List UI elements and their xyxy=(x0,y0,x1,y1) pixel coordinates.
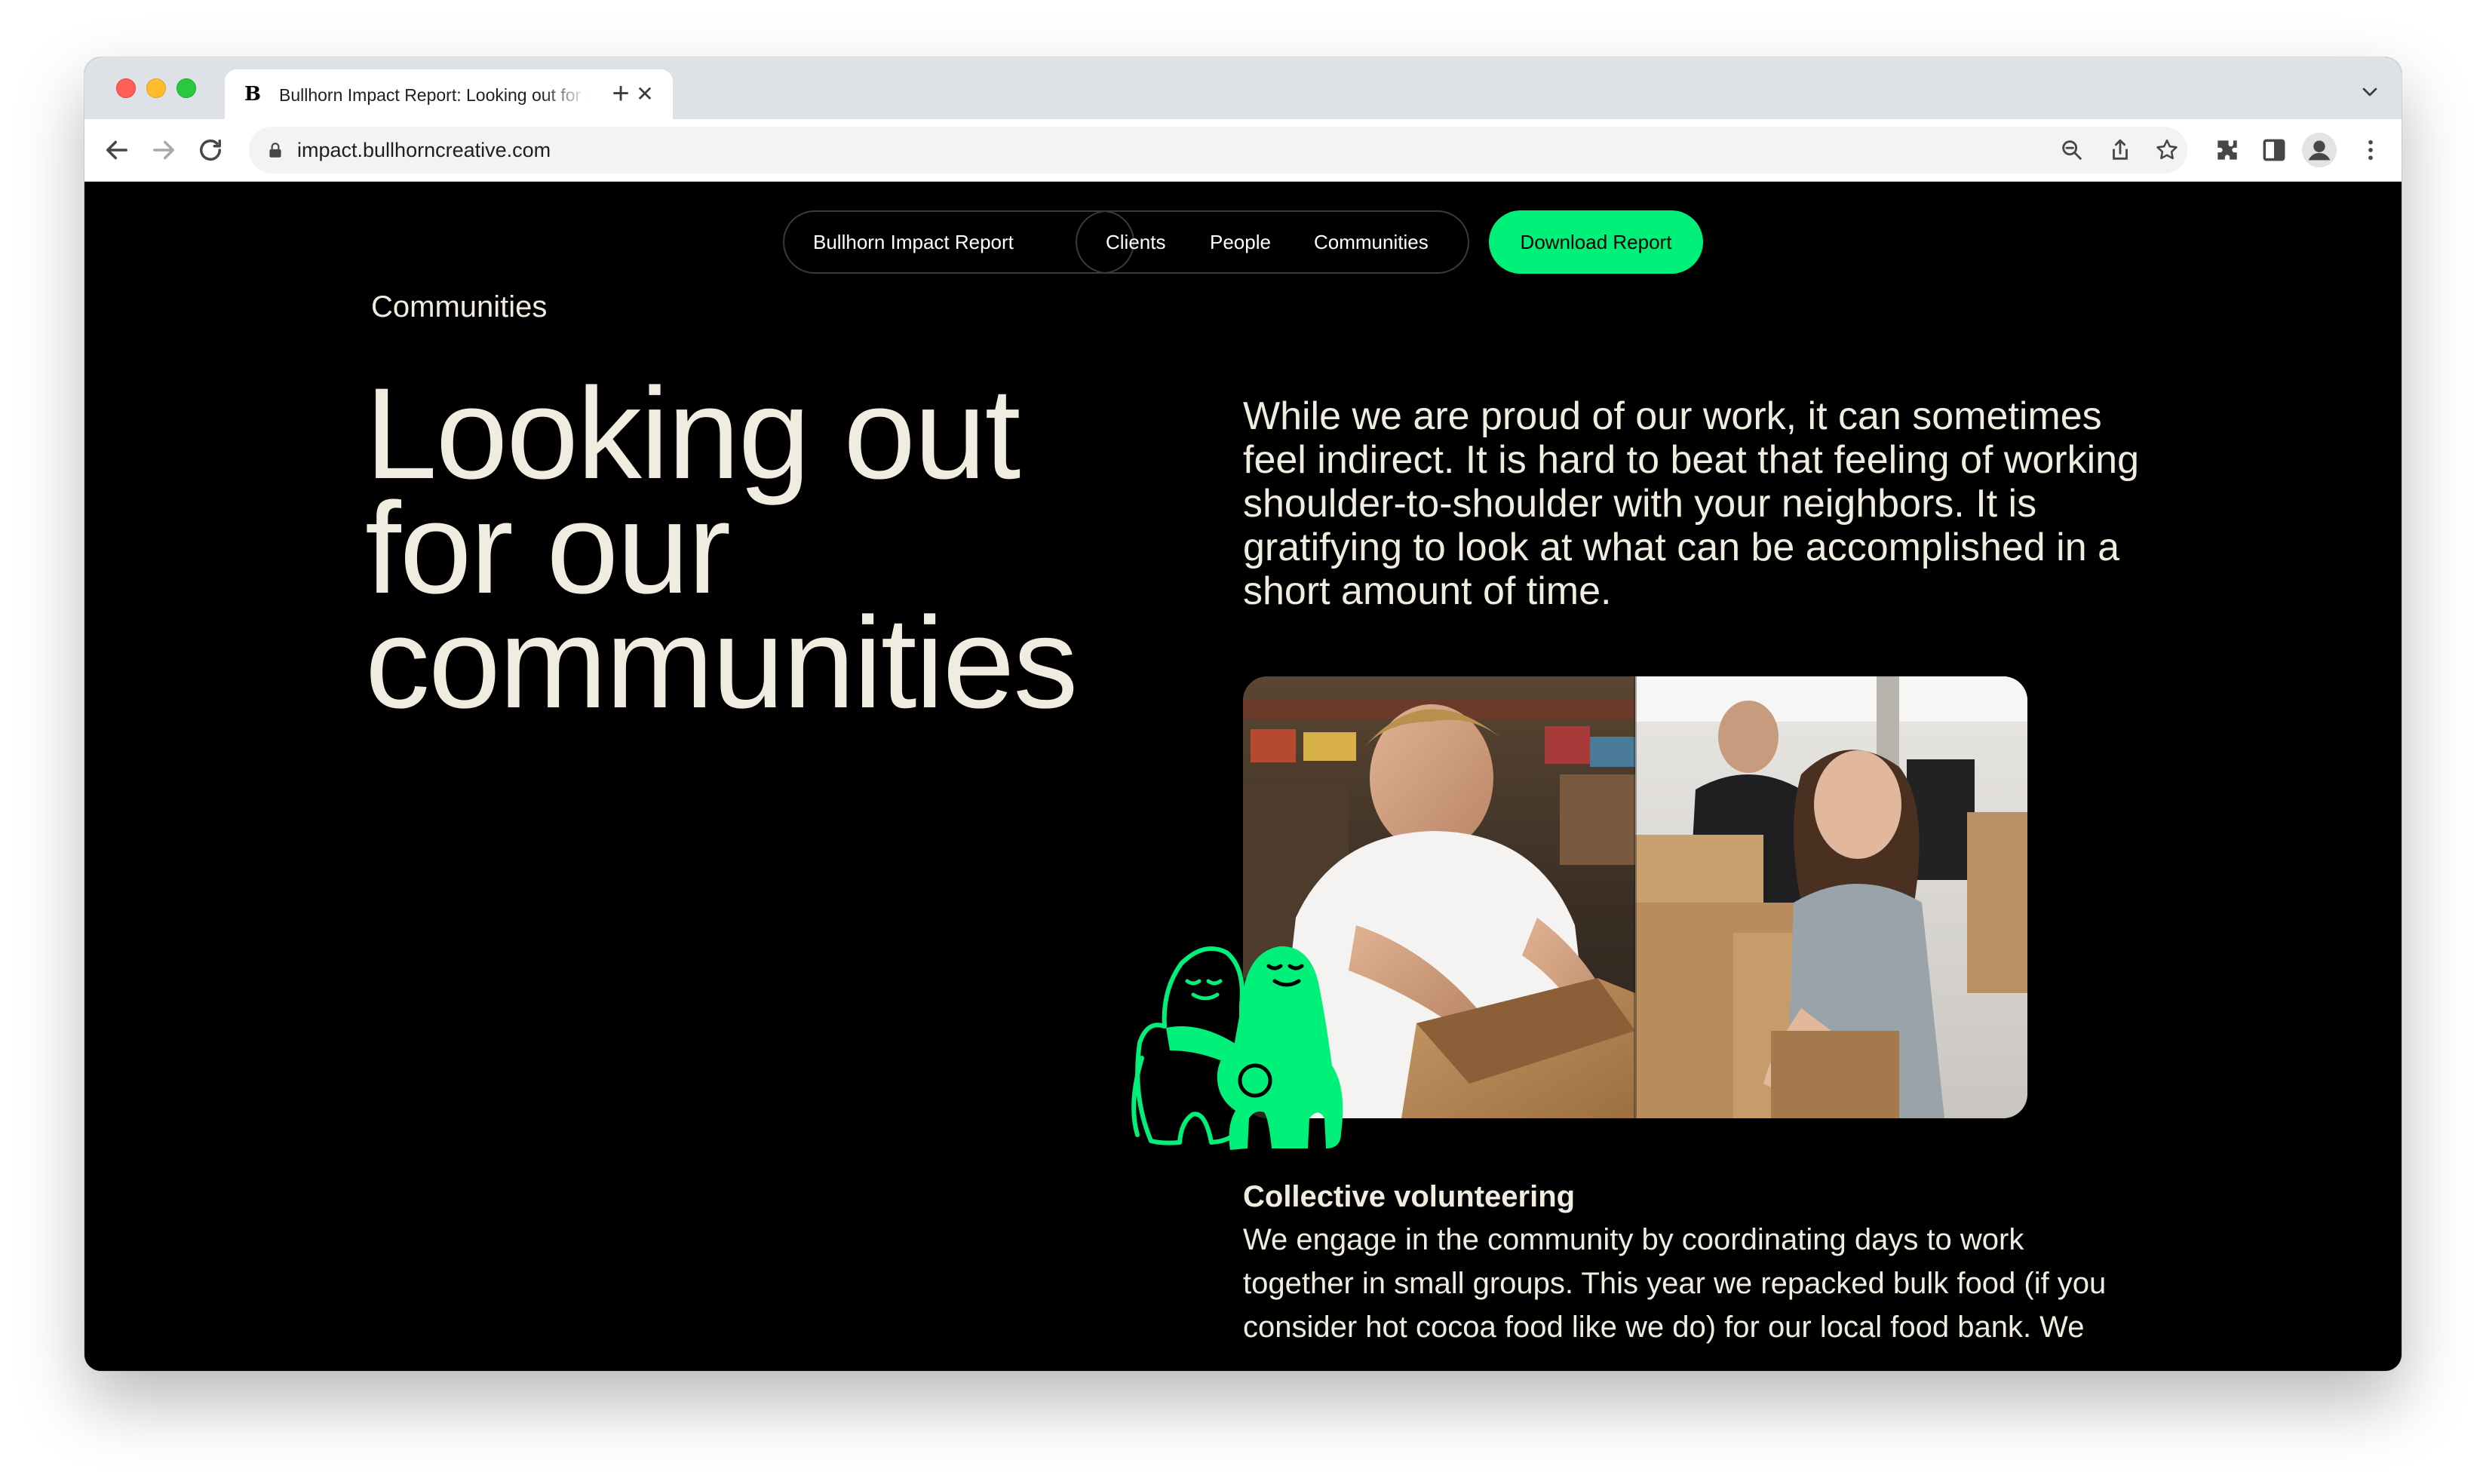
section-label: Communities xyxy=(371,290,548,323)
extensions-icon[interactable] xyxy=(2213,136,2242,164)
nav-link-clients[interactable]: Clients xyxy=(1106,212,1165,272)
minimize-window-button[interactable] xyxy=(146,78,166,98)
volunteering-body: We engage in the community by coordinati… xyxy=(1243,1223,2107,1344)
maximize-window-button[interactable] xyxy=(176,78,196,98)
bookmark-star-icon[interactable] xyxy=(2154,137,2180,163)
nav-links-pill: Clients People Communities xyxy=(1076,210,1469,274)
share-icon[interactable] xyxy=(2107,137,2133,163)
page-content: Bullhorn Impact Report Clients People Co… xyxy=(84,182,2402,1371)
tab-title: Bullhorn Impact Report: Looking out for … xyxy=(279,85,588,105)
url-text[interactable]: impact.bullhorncreative.com xyxy=(297,137,551,163)
browser-window: B Bullhorn Impact Report: Looking out fo… xyxy=(84,57,2402,1371)
intro-paragraph: While we are proud of our work, it can s… xyxy=(1243,394,2140,613)
new-tab-button[interactable]: + xyxy=(605,78,637,110)
address-bar[interactable]: impact.bullhorncreative.com xyxy=(249,127,2187,173)
hero-title-line-2: for our xyxy=(365,476,731,621)
hero-title-line-1: Looking out xyxy=(365,361,1020,506)
download-report-button[interactable]: Download Report xyxy=(1489,210,1703,274)
menu-icon[interactable] xyxy=(2356,136,2385,164)
side-panel-icon[interactable] xyxy=(2260,136,2288,164)
close-window-button[interactable] xyxy=(116,78,136,98)
nav-home-link[interactable]: Bullhorn Impact Report xyxy=(813,212,1014,272)
browser-toolbar: impact.bullhorncreative.com xyxy=(84,119,2402,182)
back-icon[interactable] xyxy=(101,134,133,166)
hero-title-line-3: communities xyxy=(365,590,1078,735)
volunteering-title: Collective volunteering xyxy=(1243,1180,1576,1213)
zoom-icon[interactable] xyxy=(2059,137,2085,163)
hero-title: Looking out for our communities xyxy=(365,361,1195,735)
tab-strip: B Bullhorn Impact Report: Looking out fo… xyxy=(84,57,2402,119)
nav-link-communities[interactable]: Communities xyxy=(1314,212,1429,272)
mascot-illustration xyxy=(1121,937,1370,1164)
reload-icon[interactable] xyxy=(195,134,226,166)
forward-icon[interactable] xyxy=(148,134,180,166)
nav-link-people[interactable]: People xyxy=(1210,212,1271,272)
tab-search-chevron-icon[interactable] xyxy=(2358,80,2382,104)
favicon-icon: B xyxy=(244,83,261,106)
lock-icon[interactable] xyxy=(265,140,285,160)
profile-icon[interactable] xyxy=(2302,133,2337,167)
